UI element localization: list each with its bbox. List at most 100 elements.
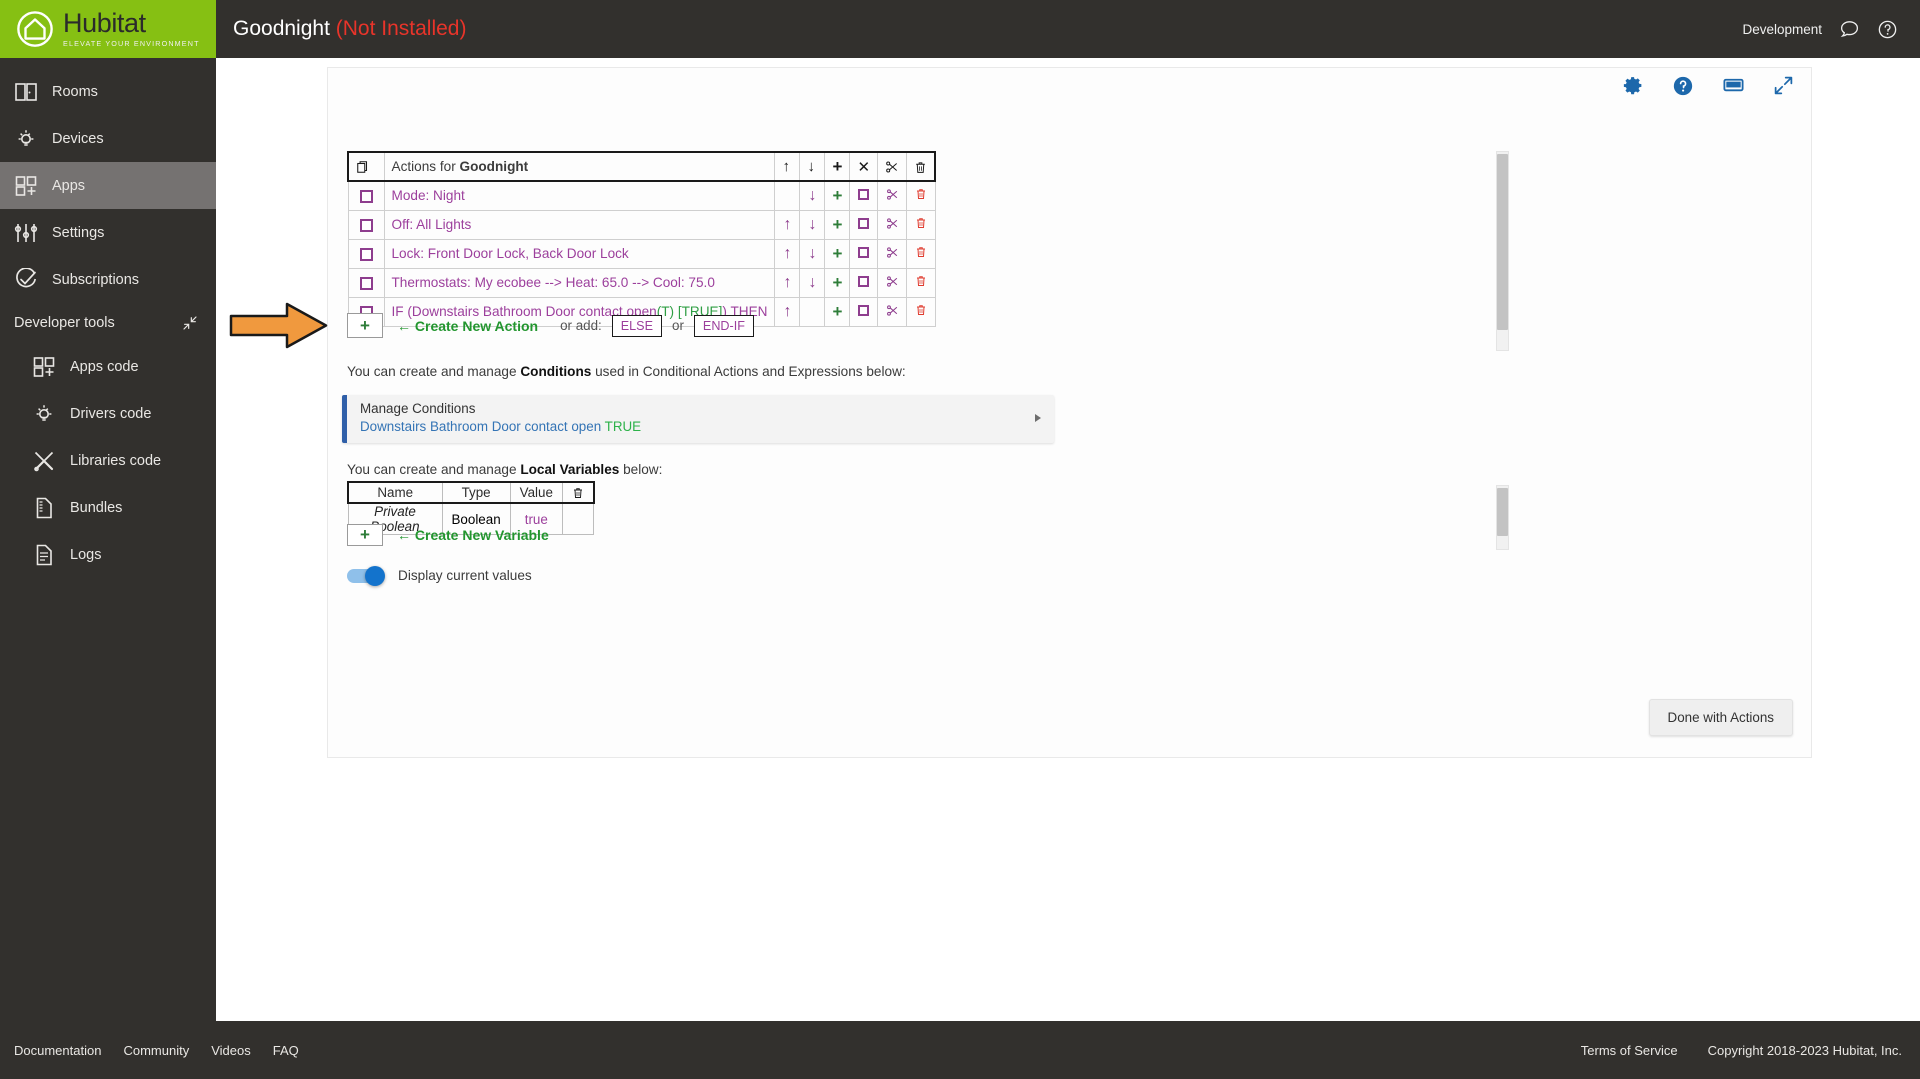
display-current-values-toggle[interactable]	[347, 565, 385, 586]
sidebar-item-devices[interactable]: Devices	[0, 115, 216, 162]
actions-scrollbar-thumb[interactable]	[1497, 154, 1508, 330]
trash-icon[interactable]	[915, 304, 927, 316]
plus-icon[interactable]: +	[833, 245, 843, 262]
trash-icon[interactable]	[915, 275, 927, 287]
collapse-arrows-icon[interactable]	[182, 315, 198, 331]
add-variable-button[interactable]: +	[347, 524, 383, 546]
monitor-icon[interactable]	[1722, 74, 1745, 97]
variables-scrollbar[interactable]	[1496, 485, 1509, 550]
row-move-down[interactable]: ↓	[799, 209, 826, 240]
help-circle-icon[interactable]	[1877, 19, 1898, 40]
chevron-right-icon[interactable]	[1035, 414, 1041, 422]
sidebar-item-subscriptions[interactable]: Subscriptions	[0, 256, 216, 303]
cut-column-header[interactable]	[877, 151, 908, 182]
copy-column-header[interactable]	[347, 151, 385, 182]
arrow-up-icon[interactable]: ↑	[783, 216, 791, 233]
trash-icon[interactable]	[915, 217, 927, 229]
trash-icon[interactable]	[915, 246, 927, 258]
arrow-down-icon[interactable]: ↓	[808, 216, 816, 233]
sidebar-item-settings[interactable]: Settings	[0, 209, 216, 256]
row-select[interactable]	[849, 238, 879, 269]
row-checkbox-cell[interactable]	[347, 180, 385, 211]
row-checkbox-cell[interactable]	[347, 209, 385, 240]
square-icon[interactable]	[858, 189, 870, 201]
row-label-cell[interactable]: Mode: Night	[383, 180, 776, 211]
sidebar-item-apps[interactable]: Apps	[0, 162, 216, 209]
help-circle-icon[interactable]	[1672, 75, 1694, 97]
add-endif-button[interactable]: END-IF	[693, 314, 754, 337]
table-row[interactable]: Thermostats: My ecobee --> Heat: 65.0 --…	[347, 267, 936, 298]
scissors-icon[interactable]	[886, 188, 899, 201]
row-cut[interactable]	[877, 180, 908, 211]
scissors-icon[interactable]	[886, 246, 899, 259]
variables-scrollbar-thumb[interactable]	[1497, 488, 1508, 536]
create-new-action-link[interactable]: ← Create New Action	[397, 318, 538, 334]
row-move-up[interactable]: ↑	[774, 238, 801, 269]
sidebar-item-apps-code[interactable]: Apps code	[18, 343, 216, 390]
scissors-icon[interactable]	[886, 275, 899, 288]
footer-link-community[interactable]: Community	[123, 1043, 189, 1058]
row-select[interactable]	[849, 209, 879, 240]
expand-arrows-icon[interactable]	[1773, 75, 1794, 96]
sidebar-item-drivers-code[interactable]: Drivers code	[18, 390, 216, 437]
gear-icon[interactable]	[1623, 75, 1644, 96]
add-action-button[interactable]: +	[347, 313, 383, 338]
row-add[interactable]: +	[824, 238, 851, 269]
row-select[interactable]	[849, 267, 879, 298]
row-move-down[interactable]: ↓	[799, 267, 826, 298]
row-checkbox-cell[interactable]	[347, 238, 385, 269]
move-up-column-header[interactable]: ↑	[774, 151, 801, 182]
table-row[interactable]: Off: All Lights ↑ ↓ +	[347, 209, 936, 240]
delete-column-header[interactable]	[906, 151, 937, 182]
add-else-button[interactable]: ELSE	[611, 314, 662, 337]
table-row[interactable]: Lock: Front Door Lock, Back Door Lock ↑ …	[347, 238, 936, 269]
arrow-down-icon[interactable]: ↓	[808, 187, 816, 204]
row-move-down[interactable]: ↓	[799, 238, 826, 269]
create-new-variable-link[interactable]: ← Create New Variable	[397, 527, 549, 543]
footer-link-faq[interactable]: FAQ	[273, 1043, 299, 1058]
row-checkbox[interactable]	[359, 190, 373, 204]
row-delete[interactable]	[906, 180, 936, 211]
footer-link-videos[interactable]: Videos	[211, 1043, 251, 1058]
scissors-icon[interactable]	[886, 217, 899, 230]
row-delete[interactable]	[906, 296, 936, 327]
scissors-icon[interactable]	[886, 304, 899, 317]
row-select[interactable]	[849, 180, 879, 211]
footer-link-documentation[interactable]: Documentation	[14, 1043, 101, 1058]
row-delete[interactable]	[906, 238, 936, 269]
square-icon[interactable]	[858, 305, 870, 316]
square-icon[interactable]	[858, 276, 870, 287]
plus-icon[interactable]: +	[833, 216, 843, 233]
arrow-up-icon[interactable]: ↑	[783, 274, 791, 291]
table-row[interactable]: Mode: Night ↓ +	[347, 180, 936, 211]
row-add[interactable]: +	[824, 296, 851, 327]
plus-icon[interactable]: +	[833, 187, 843, 204]
actions-scrollbar[interactable]	[1496, 151, 1509, 351]
row-select[interactable]	[849, 296, 879, 327]
row-checkbox[interactable]	[359, 276, 373, 290]
square-icon[interactable]	[858, 247, 870, 258]
row-add[interactable]: +	[824, 267, 851, 298]
row-add[interactable]: +	[824, 180, 851, 211]
row-checkbox[interactable]	[359, 247, 373, 261]
row-move-down[interactable]: ↓	[799, 180, 826, 211]
close-column-header[interactable]: ✕	[849, 151, 879, 182]
row-add[interactable]: +	[824, 209, 851, 240]
variables-col-delete[interactable]	[561, 481, 595, 504]
row-delete[interactable]	[906, 209, 936, 240]
brand-logo-area[interactable]: Hubitat ELEVATE YOUR ENVIRONMENT	[0, 0, 216, 58]
row-checkbox[interactable]	[359, 218, 373, 232]
sidebar-item-rooms[interactable]: Rooms	[0, 68, 216, 115]
done-with-actions-button[interactable]: Done with Actions	[1648, 699, 1793, 736]
row-label-cell[interactable]: Off: All Lights	[383, 209, 776, 240]
row-move-up[interactable]: ↑	[774, 209, 801, 240]
manage-conditions-panel[interactable]: Manage Conditions Downstairs Bathroom Do…	[342, 395, 1054, 443]
arrow-down-icon[interactable]: ↓	[808, 245, 816, 262]
arrow-up-icon[interactable]: ↑	[783, 303, 791, 320]
plus-icon[interactable]: +	[833, 303, 843, 320]
row-cut[interactable]	[877, 209, 908, 240]
row-delete[interactable]	[906, 267, 936, 298]
row-move-up[interactable]: ↑	[774, 296, 801, 327]
arrow-up-icon[interactable]: ↑	[783, 245, 791, 262]
row-cut[interactable]	[877, 296, 908, 327]
